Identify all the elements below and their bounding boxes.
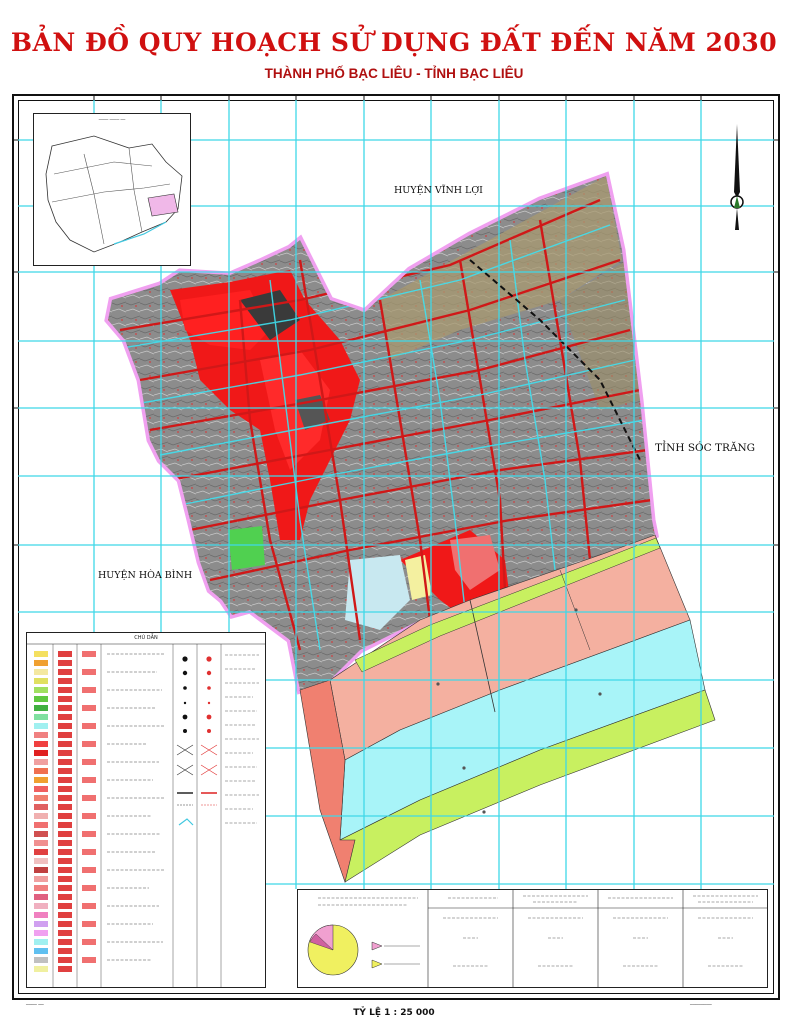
location-inset-map: ──── ──── ── [33, 113, 191, 266]
map-scale: TỶ LỆ 1 : 25 000 [353, 1008, 435, 1018]
north-arrow-icon [730, 124, 744, 230]
label-tinh-soc-trang: TỈNH SÓC TRĂNG [655, 442, 756, 454]
label-huyen-hoa-binh: HUYỆN HÒA BÌNH [98, 570, 193, 581]
title-block-table [297, 889, 768, 988]
map-legend: CHÚ DẪN [26, 632, 266, 988]
label-huyen-vinh-loi: HUYỆN VĨNH LỢI [394, 185, 483, 196]
